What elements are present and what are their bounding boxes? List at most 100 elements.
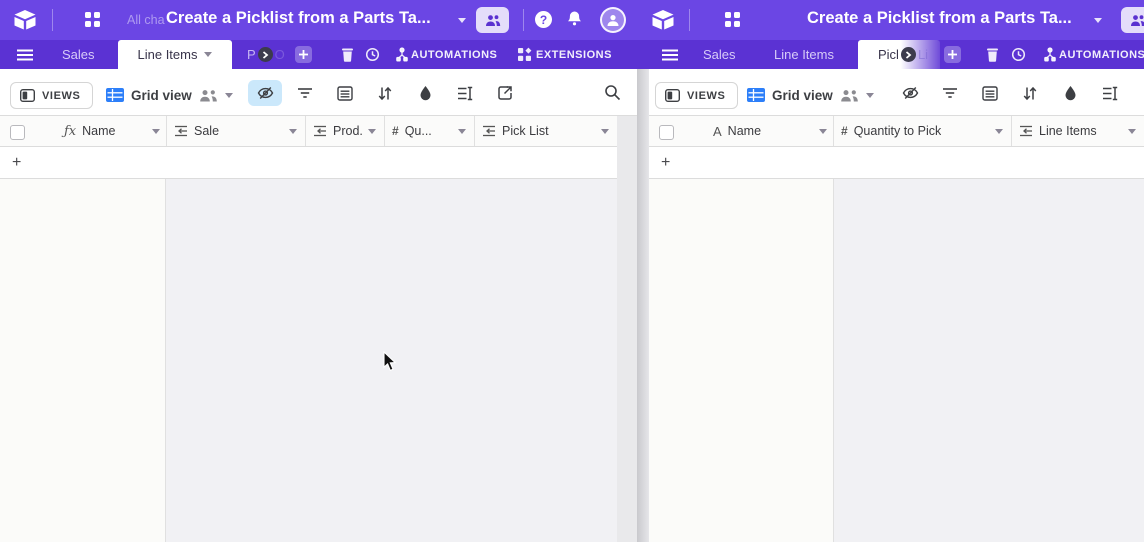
trash-icon[interactable] (984, 46, 1001, 63)
grid-view-switcher[interactable]: Grid view (106, 83, 233, 107)
chevron-down-icon[interactable] (204, 52, 212, 57)
group-button[interactable] (973, 80, 1007, 106)
column-header-quantity[interactable]: # Qu... (385, 116, 475, 146)
app-topbar: Create a Picklist from a Parts Ta... (637, 0, 1144, 40)
grid-view-switcher[interactable]: Grid view (747, 83, 874, 107)
column-header-line-items[interactable]: Line Items (1012, 116, 1144, 146)
tab-sales[interactable]: Sales (703, 40, 736, 69)
search-icon[interactable] (604, 84, 621, 101)
extensions-icon[interactable] (516, 46, 533, 63)
tab-picklist-active[interactable]: Picl Li (858, 40, 940, 69)
views-sidebar-toggle-button[interactable]: VIEWS (10, 82, 93, 109)
chevron-down-icon[interactable] (1128, 129, 1136, 134)
column-header-product[interactable]: Prod... (306, 116, 385, 146)
help-icon[interactable]: ? (535, 11, 552, 28)
column-label: Sale (194, 124, 219, 138)
history-icon[interactable] (364, 46, 381, 63)
chevron-down-icon[interactable] (152, 129, 160, 134)
base-title[interactable]: Create a Picklist from a Parts Ta... (807, 9, 1072, 28)
chevron-down-icon[interactable] (289, 129, 297, 134)
row-height-button[interactable] (448, 80, 482, 106)
select-all-checkbox[interactable] (659, 125, 674, 140)
add-row[interactable]: + (0, 147, 617, 179)
column-header-quantity-to-pick[interactable]: # Quantity to Pick (834, 116, 1012, 146)
chevron-down-icon[interactable] (866, 93, 874, 98)
select-all-checkbox[interactable] (10, 125, 25, 140)
trash-icon[interactable] (339, 46, 356, 63)
table-header-row: A Name # Quantity to Pick Line Items (649, 116, 1144, 147)
chevron-down-icon[interactable] (368, 129, 376, 134)
tab-line-items-active[interactable]: Line Items (118, 40, 232, 69)
column-header-picklist[interactable]: Pick List (475, 116, 617, 146)
column-header-name[interactable]: ƒx Name (0, 116, 167, 146)
filter-button[interactable] (933, 80, 967, 106)
views-sidebar-toggle-button[interactable]: VIEWS (655, 82, 738, 109)
paint-drop-icon (418, 85, 433, 101)
base-title[interactable]: Create a Picklist from a Parts Ta... (166, 9, 431, 28)
app-grid-icon[interactable] (85, 12, 100, 27)
ghost-tab-prefix: P (247, 47, 256, 62)
row-height-button[interactable] (1093, 80, 1127, 106)
automations-icon[interactable] (393, 46, 410, 63)
tab-sales[interactable]: Sales (62, 40, 95, 69)
eye-slash-icon (257, 85, 274, 101)
row-height-icon (457, 86, 473, 101)
share-arrow-icon (497, 85, 513, 101)
sort-button[interactable] (368, 80, 402, 106)
group-button[interactable] (328, 80, 362, 106)
add-record-plus-icon[interactable]: + (661, 154, 670, 172)
chevron-down-icon[interactable] (225, 93, 233, 98)
sort-button[interactable] (1013, 80, 1047, 106)
chevron-down-icon[interactable] (458, 18, 466, 23)
app-grid-icon[interactable] (725, 12, 740, 27)
chevron-down-icon[interactable] (1094, 18, 1102, 23)
chevron-down-icon[interactable] (601, 129, 609, 134)
color-button[interactable] (408, 80, 442, 106)
airtable-logo-icon[interactable] (650, 9, 676, 31)
notifications-bell-icon[interactable] (566, 10, 583, 29)
table-header-row: ƒx Name Sale Prod... # (0, 116, 617, 147)
automations-label[interactable]: AUTOMATIONS (411, 40, 497, 69)
add-table-button[interactable] (295, 46, 312, 63)
hide-fields-button[interactable] (893, 80, 927, 106)
color-button[interactable] (1053, 80, 1087, 106)
add-table-button[interactable] (944, 46, 961, 63)
group-icon (982, 86, 998, 101)
scroll-right-icon[interactable] (258, 47, 273, 62)
automations-icon[interactable] (1041, 46, 1058, 63)
add-record-plus-icon[interactable]: + (12, 154, 21, 172)
hamburger-menu-icon[interactable] (661, 46, 678, 63)
linked-record-icon (174, 125, 188, 137)
tab-po-ghost[interactable]: P O (247, 40, 285, 69)
hide-fields-button[interactable] (248, 80, 282, 106)
pane-seam (637, 69, 649, 542)
filter-button[interactable] (288, 80, 322, 106)
extensions-label[interactable]: EXTENSIONS (536, 40, 612, 69)
app-topbar: All cha Create a Picklist from a Parts T… (0, 0, 637, 40)
chevron-down-icon[interactable] (458, 129, 466, 134)
add-row[interactable]: + (649, 147, 1144, 179)
airtable-logo-icon[interactable] (12, 9, 38, 31)
number-icon: # (841, 124, 848, 138)
ghost-tab-suffix: O (275, 47, 285, 62)
collaborators-button[interactable] (1121, 7, 1144, 33)
chevron-down-icon[interactable] (819, 129, 827, 134)
tab-line-items[interactable]: Line Items (774, 40, 834, 69)
eye-slash-icon (902, 85, 919, 101)
column-header-name[interactable]: A Name (649, 116, 834, 146)
grid-empty-area (834, 179, 1144, 542)
collaborators-button[interactable] (476, 7, 509, 33)
divider (52, 9, 53, 31)
share-view-button[interactable] (488, 80, 522, 106)
automations-label[interactable]: AUTOMATIONS (1059, 40, 1144, 69)
column-header-sale[interactable]: Sale (167, 116, 306, 146)
hamburger-menu-icon[interactable] (16, 46, 33, 63)
view-toolbar: VIEWS Grid view (0, 69, 637, 116)
scroll-right-icon[interactable] (901, 47, 916, 62)
column-label: Qu... (405, 124, 432, 138)
chevron-down-icon[interactable] (995, 129, 1003, 134)
grid-view-icon (106, 88, 124, 102)
history-icon[interactable] (1010, 46, 1027, 63)
grid-empty-first-column (649, 179, 834, 542)
avatar[interactable] (600, 7, 626, 33)
